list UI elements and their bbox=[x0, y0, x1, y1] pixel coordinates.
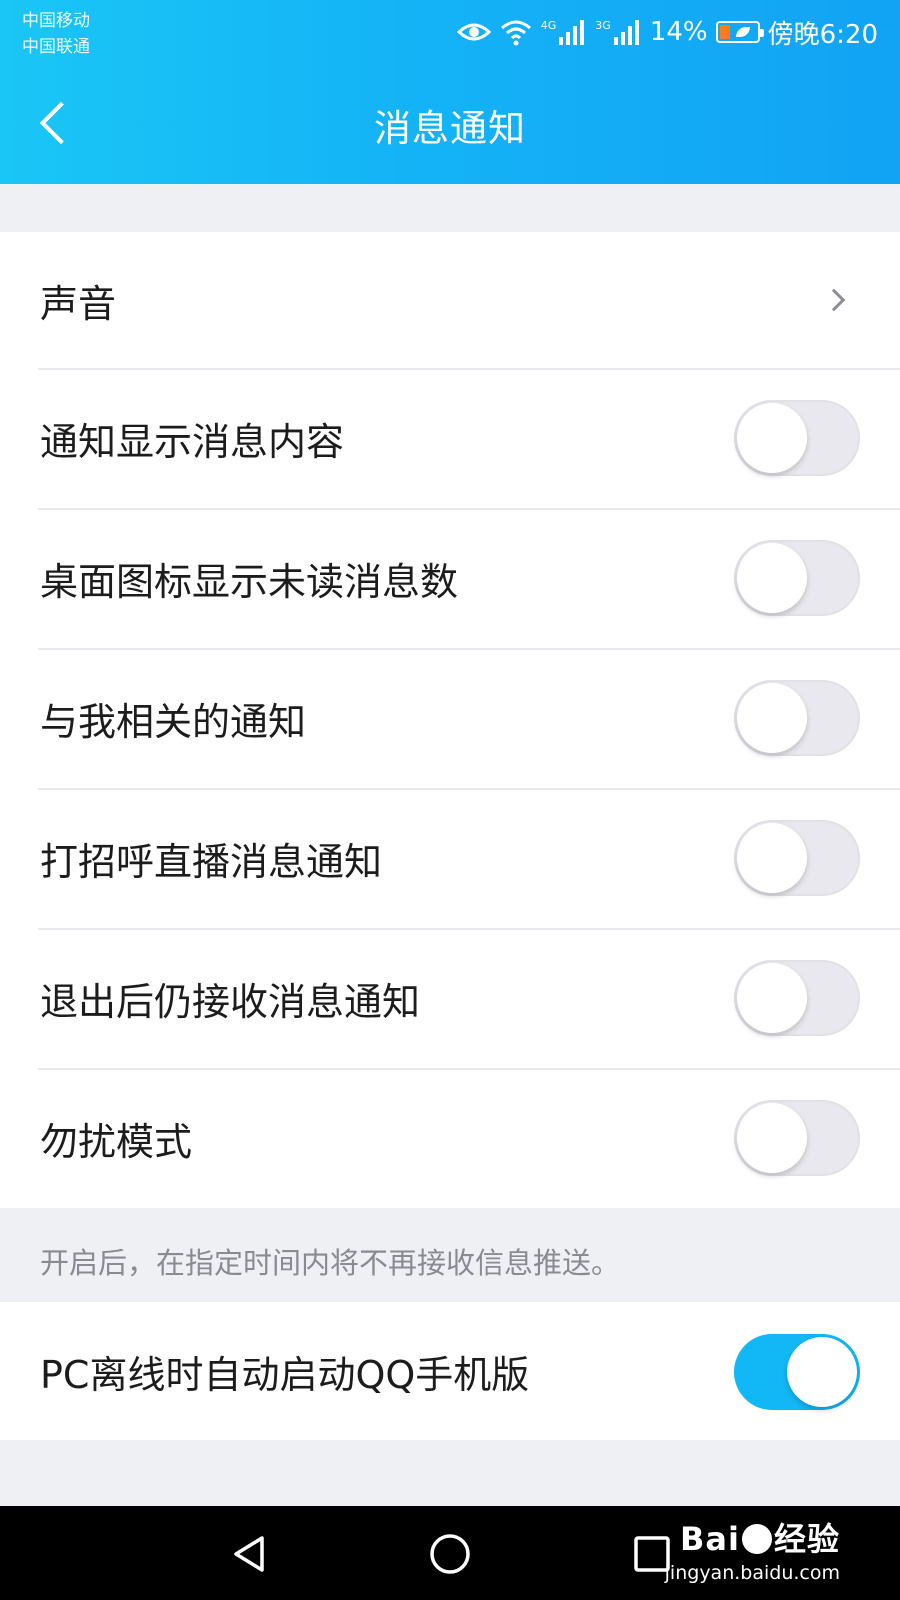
toggle-switch[interactable] bbox=[734, 540, 860, 616]
signal-icon: 3G bbox=[595, 19, 642, 45]
setting-row-related-notify[interactable]: 与我相关的通知 bbox=[0, 648, 900, 788]
signal-icon: 4G bbox=[541, 19, 588, 45]
page-title: 消息通知 bbox=[374, 107, 526, 150]
sound-row[interactable]: 声音 bbox=[0, 232, 900, 368]
battery-percent: 14% bbox=[649, 17, 708, 47]
circle-home-icon[interactable] bbox=[428, 1532, 472, 1576]
toggle-knob bbox=[737, 963, 807, 1033]
setting-row-show-content[interactable]: 通知显示消息内容 bbox=[0, 368, 900, 508]
setting-row-live-notify[interactable]: 打招呼直播消息通知 bbox=[0, 788, 900, 928]
watermark-url: jingyan.baidu.com bbox=[664, 1562, 840, 1584]
status-time: 傍晚6:20 bbox=[767, 19, 878, 50]
setting-label: 桌面图标显示未读消息数 bbox=[40, 559, 459, 604]
toggle-knob bbox=[737, 683, 807, 753]
eye-icon bbox=[456, 23, 491, 41]
pc-offline-section: PC离线时自动启动QQ手机版 bbox=[0, 1302, 900, 1440]
toggle-knob bbox=[737, 403, 807, 473]
baidu-jingyan-watermark: Bai 经验 jingyan.baidu.com bbox=[665, 1514, 840, 1584]
chevron-right-icon bbox=[822, 288, 846, 312]
setting-label: PC离线时自动启动QQ手机版 bbox=[40, 1352, 530, 1397]
setting-label: 与我相关的通知 bbox=[40, 699, 307, 744]
sound-label: 声音 bbox=[40, 281, 117, 326]
dnd-hint: 开启后，在指定时间内将不再接收信息推送。 bbox=[40, 1246, 621, 1280]
setting-row-dnd[interactable]: 勿扰模式 bbox=[0, 1068, 900, 1208]
toggle-knob bbox=[737, 823, 807, 893]
watermark-logo: Bai 经验 bbox=[665, 1514, 840, 1560]
toggle-switch[interactable] bbox=[734, 820, 860, 896]
wifi-icon bbox=[500, 20, 531, 46]
status-icons: 4G 3G 14% 傍晚6:20 bbox=[456, 12, 878, 52]
carrier-1: 中国移动 bbox=[22, 11, 90, 31]
setting-row-after-logout[interactable]: 退出后仍接收消息通知 bbox=[0, 928, 900, 1068]
setting-label: 通知显示消息内容 bbox=[40, 419, 345, 464]
toggle-knob bbox=[787, 1337, 857, 1407]
toggle-knob bbox=[737, 1103, 807, 1173]
carrier-info: 中国移动 中国联通 bbox=[22, 8, 90, 60]
setting-label: 勿扰模式 bbox=[40, 1119, 193, 1164]
battery-icon bbox=[715, 21, 764, 43]
setting-row-badge-count[interactable]: 桌面图标显示未读消息数 bbox=[0, 508, 900, 648]
setting-label: 打招呼直播消息通知 bbox=[40, 839, 383, 884]
app-header: 中国移动 中国联通 4G 3G 14% 傍晚6:20 消息通知 bbox=[0, 0, 900, 184]
toggle-switch-on[interactable] bbox=[734, 1334, 860, 1410]
signal-1-tag: 4G bbox=[540, 19, 557, 32]
toggle-knob bbox=[737, 543, 807, 613]
setting-row-pc-offline[interactable]: PC离线时自动启动QQ手机版 bbox=[0, 1302, 900, 1440]
toggle-switch[interactable] bbox=[734, 400, 860, 476]
carrier-2: 中国联通 bbox=[22, 37, 90, 57]
paw-icon bbox=[741, 1524, 772, 1554]
setting-label: 退出后仍接收消息通知 bbox=[40, 979, 421, 1024]
triangle-back-icon[interactable] bbox=[228, 1532, 272, 1576]
toggle-switch[interactable] bbox=[734, 680, 860, 756]
watermark-logo-text: Bai bbox=[680, 1520, 740, 1558]
settings-list: 声音 通知显示消息内容 桌面图标显示未读消息数 与我相关的通知 打招呼直播消息通… bbox=[0, 232, 900, 1208]
signal-2-tag: 3G bbox=[595, 19, 611, 32]
watermark-logo-suffix: 经验 bbox=[773, 1520, 840, 1558]
toggle-switch[interactable] bbox=[734, 960, 860, 1036]
toggle-switch[interactable] bbox=[734, 1100, 860, 1176]
system-nav-bar: Bai 经验 jingyan.baidu.com bbox=[0, 1506, 900, 1600]
